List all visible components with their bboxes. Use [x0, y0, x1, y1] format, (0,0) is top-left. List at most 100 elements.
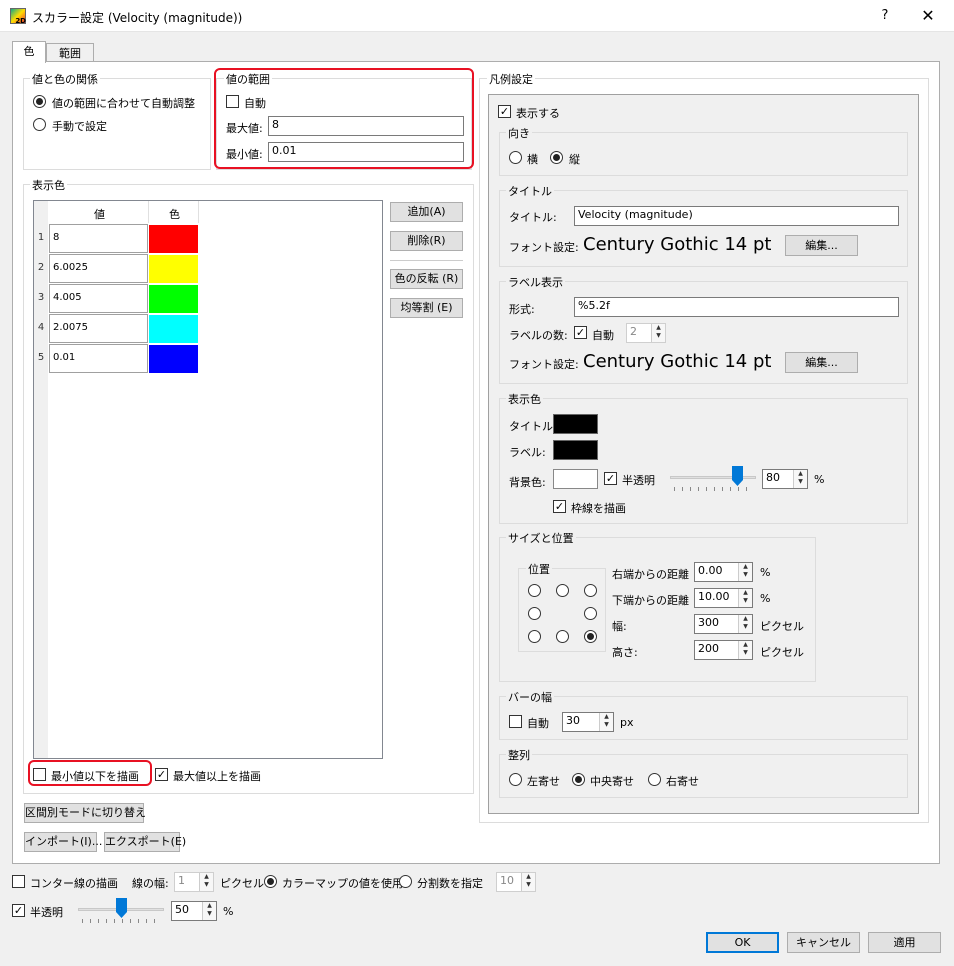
- legend-opacity-unit: %: [814, 473, 825, 486]
- title-color-swatch[interactable]: [553, 414, 598, 434]
- tab-color[interactable]: 色: [12, 41, 46, 63]
- divisions-label: 分割数を指定: [417, 877, 483, 890]
- apply-button[interactable]: 適用: [868, 932, 941, 953]
- legend-title-input[interactable]: Velocity (magnitude): [574, 206, 899, 226]
- format-label: 形式:: [509, 303, 535, 316]
- above-max-label: 最大値以上を描画: [173, 770, 261, 783]
- app-icon: 2D: [10, 8, 26, 25]
- window-title: スカラー設定 (Velocity (magnitude)): [32, 11, 243, 25]
- value-cell[interactable]: 8: [49, 224, 148, 253]
- close-button[interactable]: ✕: [908, 4, 948, 28]
- alignment-group: [499, 754, 908, 798]
- color-swatch-cell[interactable]: [148, 314, 199, 344]
- bg-color-swatch[interactable]: [553, 469, 598, 489]
- range-auto-checkbox[interactable]: [226, 95, 239, 108]
- legend-opacity-slider-track[interactable]: [670, 476, 756, 479]
- align-right-radio[interactable]: [648, 773, 661, 786]
- label-count-spinner[interactable]: 2 ▲ ▼: [626, 323, 666, 343]
- row-number: 1: [37, 232, 45, 243]
- position-bottom-left-radio[interactable]: [528, 630, 541, 643]
- color-swatch-cell[interactable]: [148, 344, 199, 374]
- title-color-label: タイトル:: [509, 420, 557, 433]
- opacity-spinner[interactable]: 50 ▲ ▼: [171, 901, 217, 921]
- height-spinner[interactable]: 200 ▲ ▼: [694, 640, 753, 660]
- manual-radio[interactable]: [33, 118, 46, 131]
- width-spinner[interactable]: 300 ▲ ▼: [694, 614, 753, 634]
- bottom-distance-label: 下端からの距離: [612, 594, 689, 607]
- min-value-input[interactable]: 0.01: [268, 142, 464, 162]
- position-middle-right-radio[interactable]: [584, 607, 597, 620]
- value-cell[interactable]: 2.0075: [49, 314, 148, 343]
- show-legend-checkbox[interactable]: ✓: [498, 105, 511, 118]
- bar-width-auto-checkbox[interactable]: [509, 715, 522, 728]
- delete-button[interactable]: 削除(R): [390, 231, 463, 251]
- bg-color-label: 背景色:: [509, 476, 546, 489]
- position-bottom-center-radio[interactable]: [556, 630, 569, 643]
- align-right-label: 右寄せ: [666, 775, 699, 788]
- horizontal-radio[interactable]: [509, 151, 522, 164]
- align-center-radio[interactable]: [572, 773, 585, 786]
- color-swatch-cell[interactable]: [148, 284, 199, 314]
- ok-button[interactable]: OK: [706, 932, 779, 953]
- position-bottom-right-radio[interactable]: [584, 630, 597, 643]
- label-count-auto-checkbox[interactable]: ✓: [574, 326, 587, 339]
- legend-opacity-spinner[interactable]: 80 ▲ ▼: [762, 469, 808, 489]
- value-range-title: 値の範囲: [224, 71, 272, 87]
- help-button[interactable]: ?: [868, 4, 902, 28]
- above-max-checkbox[interactable]: ✓: [155, 768, 168, 781]
- below-min-checkbox[interactable]: [33, 768, 46, 781]
- value-cell[interactable]: 6.0025: [49, 254, 148, 283]
- align-left-radio[interactable]: [509, 773, 522, 786]
- position-title: 位置: [526, 561, 552, 577]
- cancel-button[interactable]: キャンセル: [787, 932, 860, 953]
- width-label: 幅:: [612, 620, 627, 633]
- label-color-swatch[interactable]: [553, 440, 598, 460]
- position-middle-left-radio[interactable]: [528, 607, 541, 620]
- bottom-distance-spinner[interactable]: 10.00 ▲ ▼: [694, 588, 753, 608]
- label-font-edit-button[interactable]: 編集...: [785, 352, 858, 373]
- value-cell[interactable]: 0.01: [49, 344, 148, 373]
- contour-checkbox[interactable]: [12, 875, 25, 888]
- value-cell[interactable]: 4.005: [49, 284, 148, 313]
- add-button[interactable]: 追加(A): [390, 202, 463, 222]
- divisions-spinner[interactable]: 10 ▲ ▼: [496, 872, 536, 892]
- row-header-column: [34, 201, 48, 758]
- tab-range[interactable]: 範囲: [46, 43, 94, 63]
- row-number: 2: [37, 262, 45, 273]
- opacity-slider-thumb[interactable]: [116, 898, 127, 918]
- export-button[interactable]: エクスポート(E): [104, 832, 186, 852]
- bar-width-spinner[interactable]: 30 ▲ ▼: [562, 712, 614, 732]
- title-font-label: フォント設定:: [509, 241, 579, 254]
- import-button[interactable]: インポート(I)...: [24, 832, 102, 852]
- line-width-spinner[interactable]: 1 ▲ ▼: [174, 872, 214, 892]
- title-font-edit-button[interactable]: 編集...: [785, 235, 858, 256]
- position-top-left-radio[interactable]: [528, 584, 541, 597]
- legend-semi-checkbox[interactable]: ✓: [604, 472, 617, 485]
- auto-adjust-radio[interactable]: [33, 95, 46, 108]
- use-colormap-radio[interactable]: [264, 875, 277, 888]
- equal-split-button[interactable]: 均等割 (E): [390, 298, 463, 318]
- format-input[interactable]: %5.2f: [574, 297, 899, 317]
- position-top-center-radio[interactable]: [556, 584, 569, 597]
- row-number: 3: [37, 292, 45, 303]
- vertical-radio[interactable]: [550, 151, 563, 164]
- line-width-unit: ピクセル: [220, 877, 264, 890]
- auto-adjust-label: 値の範囲に合わせて自動調整: [52, 97, 195, 110]
- min-label: 最小値:: [226, 148, 263, 161]
- invert-colors-button[interactable]: 色の反転 (R): [390, 269, 463, 289]
- semi-transparent-checkbox[interactable]: ✓: [12, 904, 25, 917]
- color-swatch-cell[interactable]: [148, 224, 199, 254]
- draw-border-label: 枠線を描画: [571, 502, 626, 515]
- color-swatch-cell[interactable]: [148, 254, 199, 284]
- legend-title-label: タイトル:: [509, 211, 557, 224]
- divisions-radio[interactable]: [399, 875, 412, 888]
- align-center-label: 中央寄せ: [590, 775, 634, 788]
- max-value-input[interactable]: 8: [268, 116, 464, 136]
- mode-switch-button[interactable]: 区間別モードに切り替え: [24, 803, 146, 823]
- draw-border-checkbox[interactable]: ✓: [553, 500, 566, 513]
- right-distance-spinner[interactable]: 0.00 ▲ ▼: [694, 562, 753, 582]
- size-position-title: サイズと位置: [506, 530, 576, 546]
- position-top-right-radio[interactable]: [584, 584, 597, 597]
- width-unit: ピクセル: [760, 620, 804, 633]
- title-font-preview: Century Gothic 14 pt: [583, 234, 772, 255]
